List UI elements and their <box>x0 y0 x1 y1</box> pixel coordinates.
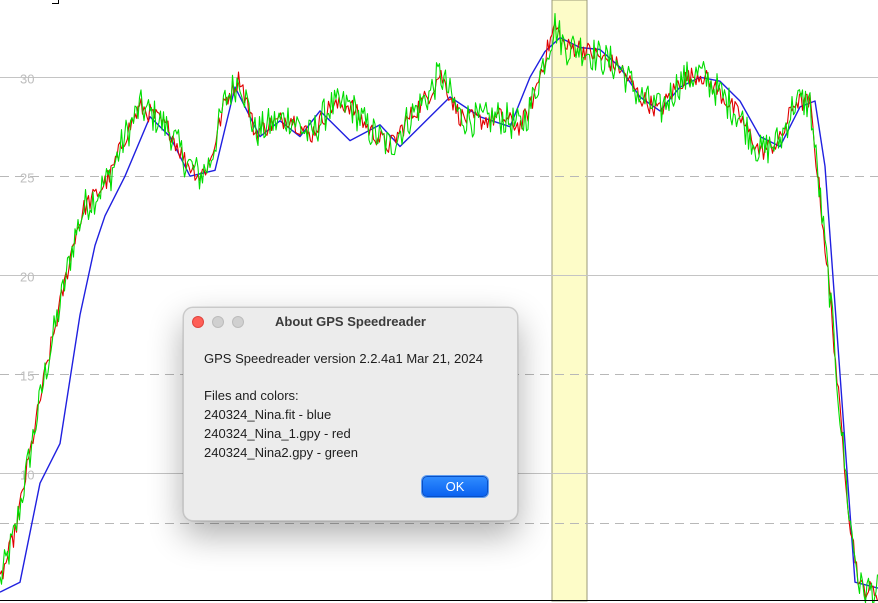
ok-button[interactable]: OK <box>422 476 488 497</box>
y-tick-label: 20 <box>20 270 34 285</box>
file-entry-blue: 240324_Nina.fit - blue <box>204 407 332 422</box>
y-tick-label: 10 <box>20 468 34 483</box>
dialog-titlebar[interactable]: About GPS Speedreader <box>184 308 517 335</box>
y-tick-label: 30 <box>20 72 34 87</box>
y-tick-label: 25 <box>20 171 34 186</box>
version-text: GPS Speedreader version 2.2.4a1 Mar 21, … <box>204 351 483 366</box>
y-tick-label: 15 <box>20 369 34 384</box>
corner-mark <box>52 0 59 4</box>
highlight-band[interactable] <box>551 0 588 602</box>
file-entry-green: 240324_Nina2.gpy - green <box>204 445 358 460</box>
about-dialog: About GPS Speedreader GPS Speedreader ve… <box>183 307 518 521</box>
dialog-title: About GPS Speedreader <box>275 314 426 329</box>
dialog-body: GPS Speedreader version 2.2.4a1 Mar 21, … <box>204 349 483 462</box>
files-heading: Files and colors: <box>204 388 299 403</box>
file-entry-red: 240324_Nina_1.gpy - red <box>204 426 351 441</box>
